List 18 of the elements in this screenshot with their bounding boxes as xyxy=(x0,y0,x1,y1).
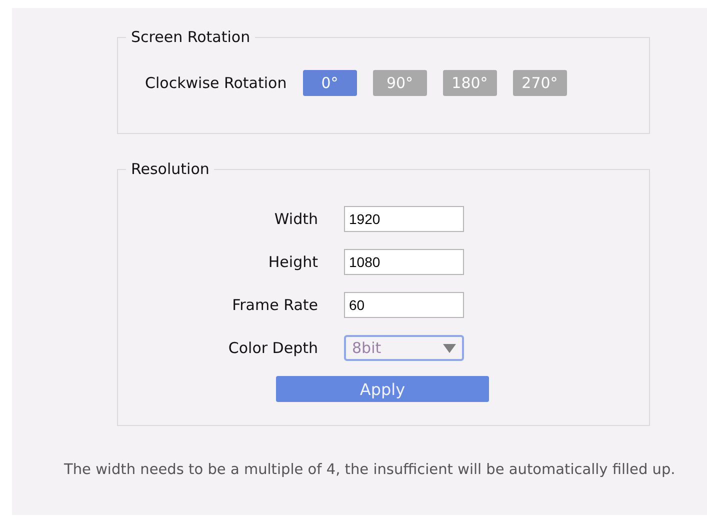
field-label: Frame Rate xyxy=(232,296,318,314)
rotation-option[interactable]: 270° xyxy=(512,70,567,96)
color-depth-dropdown[interactable]: 8bit xyxy=(344,335,464,361)
rotation-option[interactable]: 180° xyxy=(442,70,497,96)
field-label: Color Depth xyxy=(228,339,318,357)
input-field[interactable]: 1080 xyxy=(344,249,464,275)
rotation-label: Clockwise Rotation xyxy=(145,74,287,92)
field-label: Height xyxy=(268,253,318,271)
caret-icon xyxy=(443,344,456,352)
input-field[interactable]: 60 xyxy=(344,292,464,318)
rotation-option[interactable]: 0° xyxy=(302,70,357,96)
group-title: Resolution xyxy=(130,160,210,178)
note-text: The width needs to be a multiple of 4, the insufficient will be automatically filled up. xyxy=(64,462,676,478)
apply-button[interactable]: Apply xyxy=(276,376,489,402)
field-label: Width xyxy=(274,210,318,228)
rotation-option[interactable]: 90° xyxy=(372,70,427,96)
input-field[interactable]: 1920 xyxy=(344,206,464,232)
group-title: Screen Rotation xyxy=(130,28,252,46)
